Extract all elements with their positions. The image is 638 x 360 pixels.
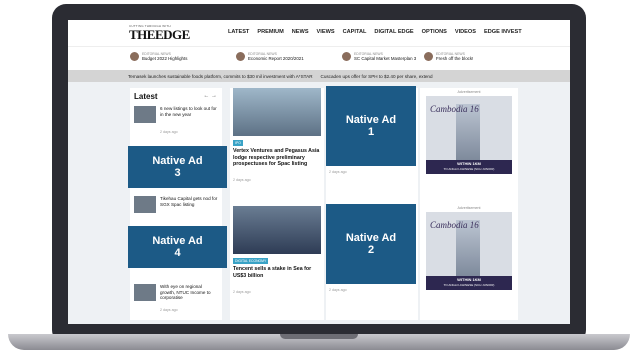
native-ad-number: 4	[174, 247, 181, 259]
native-ad-number: 3	[174, 167, 181, 179]
ticker-item[interactable]: Cuscaden ups offer for SPH to $2.40 per …	[321, 74, 433, 79]
ad-line1: WITHIN 1KM	[457, 277, 481, 282]
avatar	[130, 52, 139, 61]
editorial-headline: Economic Report 2020/2021	[248, 56, 304, 61]
ad-strip: WITHIN 1KM TO ANGLO-CHINESE (SCH JUNIOR)	[426, 160, 512, 174]
article-image[interactable]	[233, 206, 321, 254]
native-ad-label: Native Ad	[152, 235, 203, 247]
editorial-item[interactable]: EDITORIAL NEWS Fresh off the block!	[424, 52, 473, 61]
menu-item-capital[interactable]: CAPITAL	[343, 29, 367, 35]
menu-item-edge-invest[interactable]: EDGE INVEST	[484, 29, 522, 35]
list-item-title: Tikehau Capital gets nod for SGX Spac li…	[160, 196, 218, 207]
list-item-title: With eye on regional growth, NTUC Income…	[160, 284, 211, 301]
ad-line2: TO ANGLO-CHINESE (SCH JUNIOR)	[443, 283, 495, 287]
thumbnail	[134, 196, 156, 213]
featured-column: IPO Vertex Ventures and Pegasus Asia lod…	[230, 88, 324, 320]
list-item-date: 2 days ago	[160, 130, 178, 134]
main-menu: LATEST PREMIUM NEWS VIEWS CAPITAL DIGITA…	[228, 29, 522, 35]
avatar	[424, 52, 433, 61]
native-ad-number: 1	[367, 126, 375, 138]
native-ad-4[interactable]: Native Ad 4	[128, 226, 227, 268]
advertisement[interactable]: Advertisement Cambodia 16 WITHIN 1KM TO …	[420, 206, 518, 290]
article-title[interactable]: Tencent sells a stake in Sea for US$3 bi…	[233, 266, 323, 279]
thumbnail	[134, 284, 156, 301]
ad-brand: Cambodia 16	[430, 220, 479, 230]
news-ticker: Temasek launches sustainable foods platf…	[68, 70, 570, 82]
editorial-headline: SC Capital Market Masterplan 3	[354, 56, 417, 61]
ad-banner[interactable]: Cambodia 16 WITHIN 1KM TO ANGLO-CHINESE …	[426, 96, 512, 174]
native-ad-3[interactable]: Native Ad 3	[128, 146, 227, 188]
article-date: 2 days ago	[329, 288, 347, 292]
list-item[interactable]: Tikehau Capital gets nod for SGX Spac li…	[134, 196, 220, 226]
editorial-row: EDITORIAL NEWS Budget 2022 Highlights EDI…	[68, 46, 570, 70]
native-ad-label: Native Ad	[345, 232, 397, 244]
editorial-headline: Fresh off the block!	[436, 56, 474, 61]
editorial-item[interactable]: EDITORIAL NEWS Economic Report 2020/2021	[236, 52, 304, 61]
menu-item-premium[interactable]: PREMIUM	[257, 29, 283, 35]
ad-label: Advertisement	[457, 90, 481, 94]
menu-item-latest[interactable]: LATEST	[228, 29, 249, 35]
native-ad-1[interactable]: Native Ad 1	[326, 86, 416, 166]
editorial-item[interactable]: EDITORIAL NEWS Budget 2022 Highlights	[130, 52, 187, 61]
category-badge: DIGITAL ECONOMY	[233, 258, 269, 264]
article-image[interactable]	[233, 88, 321, 136]
article-date: 2 days ago	[329, 170, 347, 174]
menu-item-news[interactable]: NEWS	[292, 29, 309, 35]
avatar	[342, 52, 351, 61]
top-nav: CUTTING THROUGH WITH THEEDGE LATEST PREM…	[68, 20, 570, 46]
editorial-headline: Budget 2022 Highlights	[142, 56, 188, 61]
laptop-notch	[280, 334, 358, 339]
ad-banner[interactable]: Cambodia 16 WITHIN 1KM TO ANGLO-CHINESE …	[426, 212, 512, 290]
native-ad-label: Native Ad	[345, 114, 397, 126]
list-item[interactable]: With eye on regional growth, NTUC Income…	[134, 284, 220, 318]
menu-item-videos[interactable]: VIDEOS	[455, 29, 476, 35]
ticker-item[interactable]: Temasek launches sustainable foods platf…	[128, 74, 313, 79]
thumbnail	[134, 106, 156, 123]
native-ad-number: 2	[367, 244, 375, 256]
list-item-date: 2 days ago	[160, 308, 178, 312]
avatar	[236, 52, 245, 61]
ad-line1: WITHIN 1KM	[457, 161, 481, 166]
native-ad-2[interactable]: Native Ad 2	[326, 204, 416, 284]
article-title[interactable]: Vertex Ventures and Pegasus Asia lodge r…	[233, 148, 323, 168]
ads-column: Advertisement Cambodia 16 WITHIN 1KM TO …	[420, 88, 518, 320]
article-date: 2 days ago	[233, 290, 251, 294]
menu-item-options[interactable]: OPTIONS	[422, 29, 447, 35]
native-ad-label: Native Ad	[152, 155, 203, 167]
latest-heading: Latest	[134, 92, 158, 101]
carousel-arrows-icon[interactable]: ← →	[203, 93, 217, 99]
laptop-mockup: CUTTING THROUGH WITH THEEDGE LATEST PREM…	[0, 0, 638, 360]
content-area: Latest ← → 6 new listings to look out fo…	[68, 82, 570, 324]
site-logo[interactable]: CUTTING THROUGH WITH THEEDGE	[129, 24, 190, 42]
ad-line2: TO ANGLO-CHINESE (SCH JUNIOR)	[443, 167, 495, 171]
advertisement[interactable]: Advertisement Cambodia 16 WITHIN 1KM TO …	[420, 90, 518, 174]
menu-item-digital-edge[interactable]: DIGITAL EDGE	[374, 29, 413, 35]
latest-column: Latest ← → 6 new listings to look out fo…	[130, 88, 222, 320]
ad-strip: WITHIN 1KM TO ANGLO-CHINESE (SCH JUNIOR)	[426, 276, 512, 290]
ad-label: Advertisement	[457, 206, 481, 210]
menu-item-views[interactable]: VIEWS	[317, 29, 335, 35]
list-item[interactable]: 6 new listings to look out for in the ne…	[134, 106, 220, 136]
logo-word: THEEDGE	[129, 27, 190, 42]
article-date: 2 days ago	[233, 178, 251, 182]
ad-brand: Cambodia 16	[430, 104, 479, 114]
list-item-title: 6 new listings to look out for in the ne…	[160, 106, 217, 117]
editorial-item[interactable]: EDITORIAL NEWS SC Capital Market Masterpl…	[342, 52, 416, 61]
category-badge: IPO	[233, 140, 243, 146]
